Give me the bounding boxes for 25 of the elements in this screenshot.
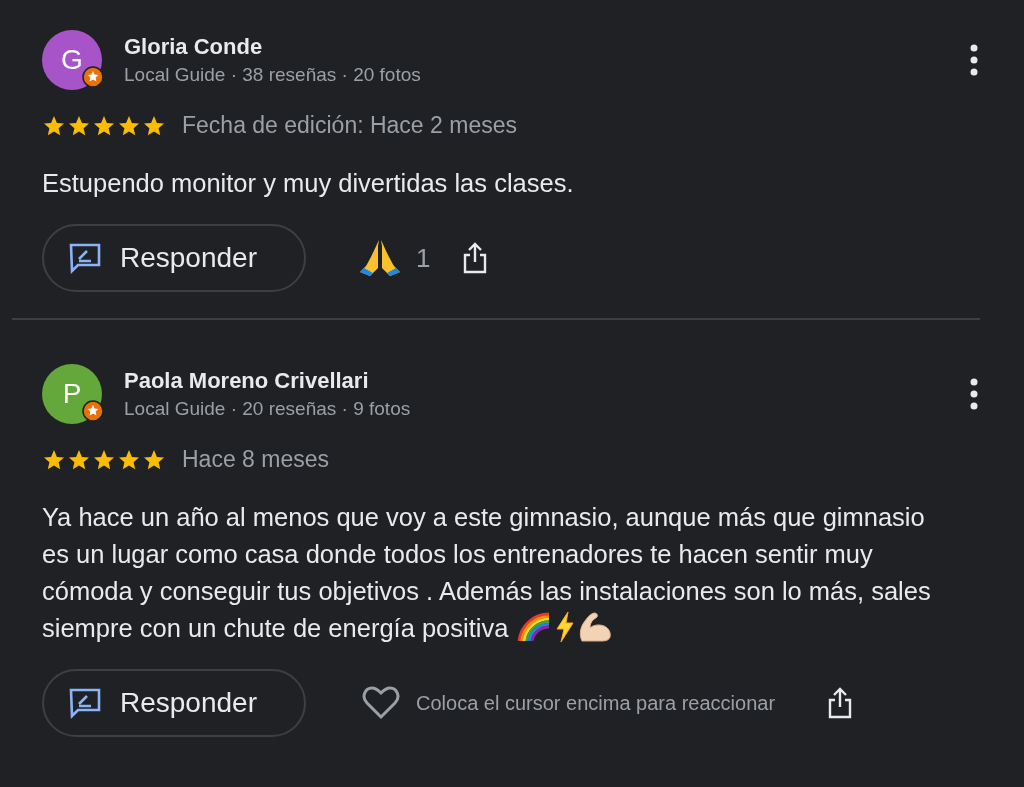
share-icon[interactable] <box>462 242 489 274</box>
flexed-arm-icon <box>578 611 613 643</box>
reaction-hint: Coloca el cursor encima para reaccionar <box>416 691 776 715</box>
reply-icon <box>68 242 102 274</box>
review-text: Estupendo monitor y muy divertidas las clases. <box>42 168 575 199</box>
reply-icon <box>68 687 102 719</box>
local-guide-badge-icon <box>82 66 104 88</box>
reviewer-meta: Local Guide · 38 reseñas · 20 fotos <box>124 64 421 86</box>
folded-hands-icon[interactable] <box>358 238 402 278</box>
lightning-icon <box>554 611 577 643</box>
reaction-count: 1 <box>416 242 431 274</box>
reviewer-meta: Local Guide · 20 reseñas · 9 fotos <box>124 398 411 420</box>
share-icon[interactable] <box>827 687 854 719</box>
reviewer-name[interactable]: Gloria Conde <box>124 34 263 60</box>
review-date: Fecha de edición: Hace 2 meses <box>182 112 517 139</box>
more-options-icon[interactable] <box>970 44 978 76</box>
reply-button[interactable]: Responder <box>42 224 306 292</box>
avatar[interactable]: G <box>42 30 102 90</box>
heart-icon[interactable] <box>362 686 400 720</box>
more-options-icon[interactable] <box>970 378 978 410</box>
review-date: Hace 8 meses <box>182 446 329 473</box>
review-text: Ya hace un año al menos que voy a este gimnasio, aunque más que gimnasio es un lugar como casa donde todos los entrenadores te hacen sentir muy cómoda y conseguir tus objetivos . Además las instalaciones son lo más, sales siempre con un chute de energía positiva <box>42 502 932 645</box>
reply-button[interactable]: Responder <box>42 669 306 737</box>
local-guide-badge-icon <box>82 400 104 422</box>
reviewer-name[interactable]: Paola Moreno Crivellari <box>124 368 369 394</box>
